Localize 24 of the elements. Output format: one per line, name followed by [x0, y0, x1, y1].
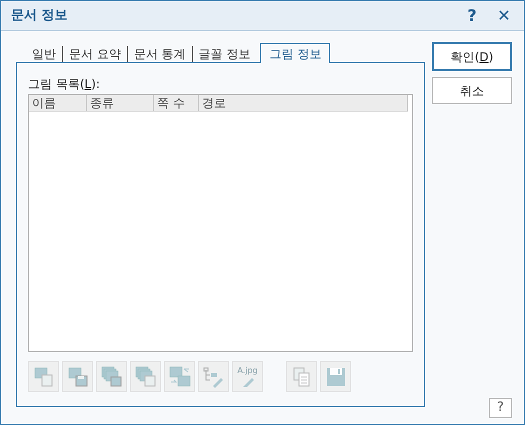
tab[interactable]: 일반 — [26, 46, 63, 62]
tab[interactable]: 그림 정보 — [260, 43, 330, 63]
help-button[interactable]: ? — [462, 4, 482, 28]
help-button[interactable]: ? — [489, 398, 512, 418]
images-extract-icon — [134, 366, 156, 388]
column-header[interactable]: 이름 — [29, 95, 87, 111]
image-extract-icon — [32, 366, 54, 388]
tree-pencil-icon — [202, 366, 224, 388]
dialog-button[interactable]: 취소 — [432, 77, 512, 104]
images-save-icon — [100, 366, 122, 388]
image-list[interactable]: 이름 종류 쪽 수 경로 — [28, 94, 413, 352]
column-header[interactable]: 종류 — [87, 95, 154, 111]
column-header[interactable]: 경로 — [199, 95, 408, 111]
image-save-icon — [66, 366, 88, 388]
window-title: 문서 정보 — [11, 6, 68, 25]
tab[interactable]: 문서 통계 — [128, 46, 193, 62]
pages-icon — [290, 366, 312, 388]
tab[interactable]: 글꼴 정보 — [192, 46, 256, 62]
list-label: 그림 목록(L): — [28, 77, 101, 91]
column-header[interactable]: 쪽 수 — [154, 95, 199, 111]
image-swap-icon — [168, 366, 190, 388]
dialog-button[interactable]: 확인(D) — [432, 42, 512, 71]
tab[interactable]: 문서 요약 — [63, 46, 128, 62]
close-button[interactable]: ✕ — [494, 4, 514, 28]
